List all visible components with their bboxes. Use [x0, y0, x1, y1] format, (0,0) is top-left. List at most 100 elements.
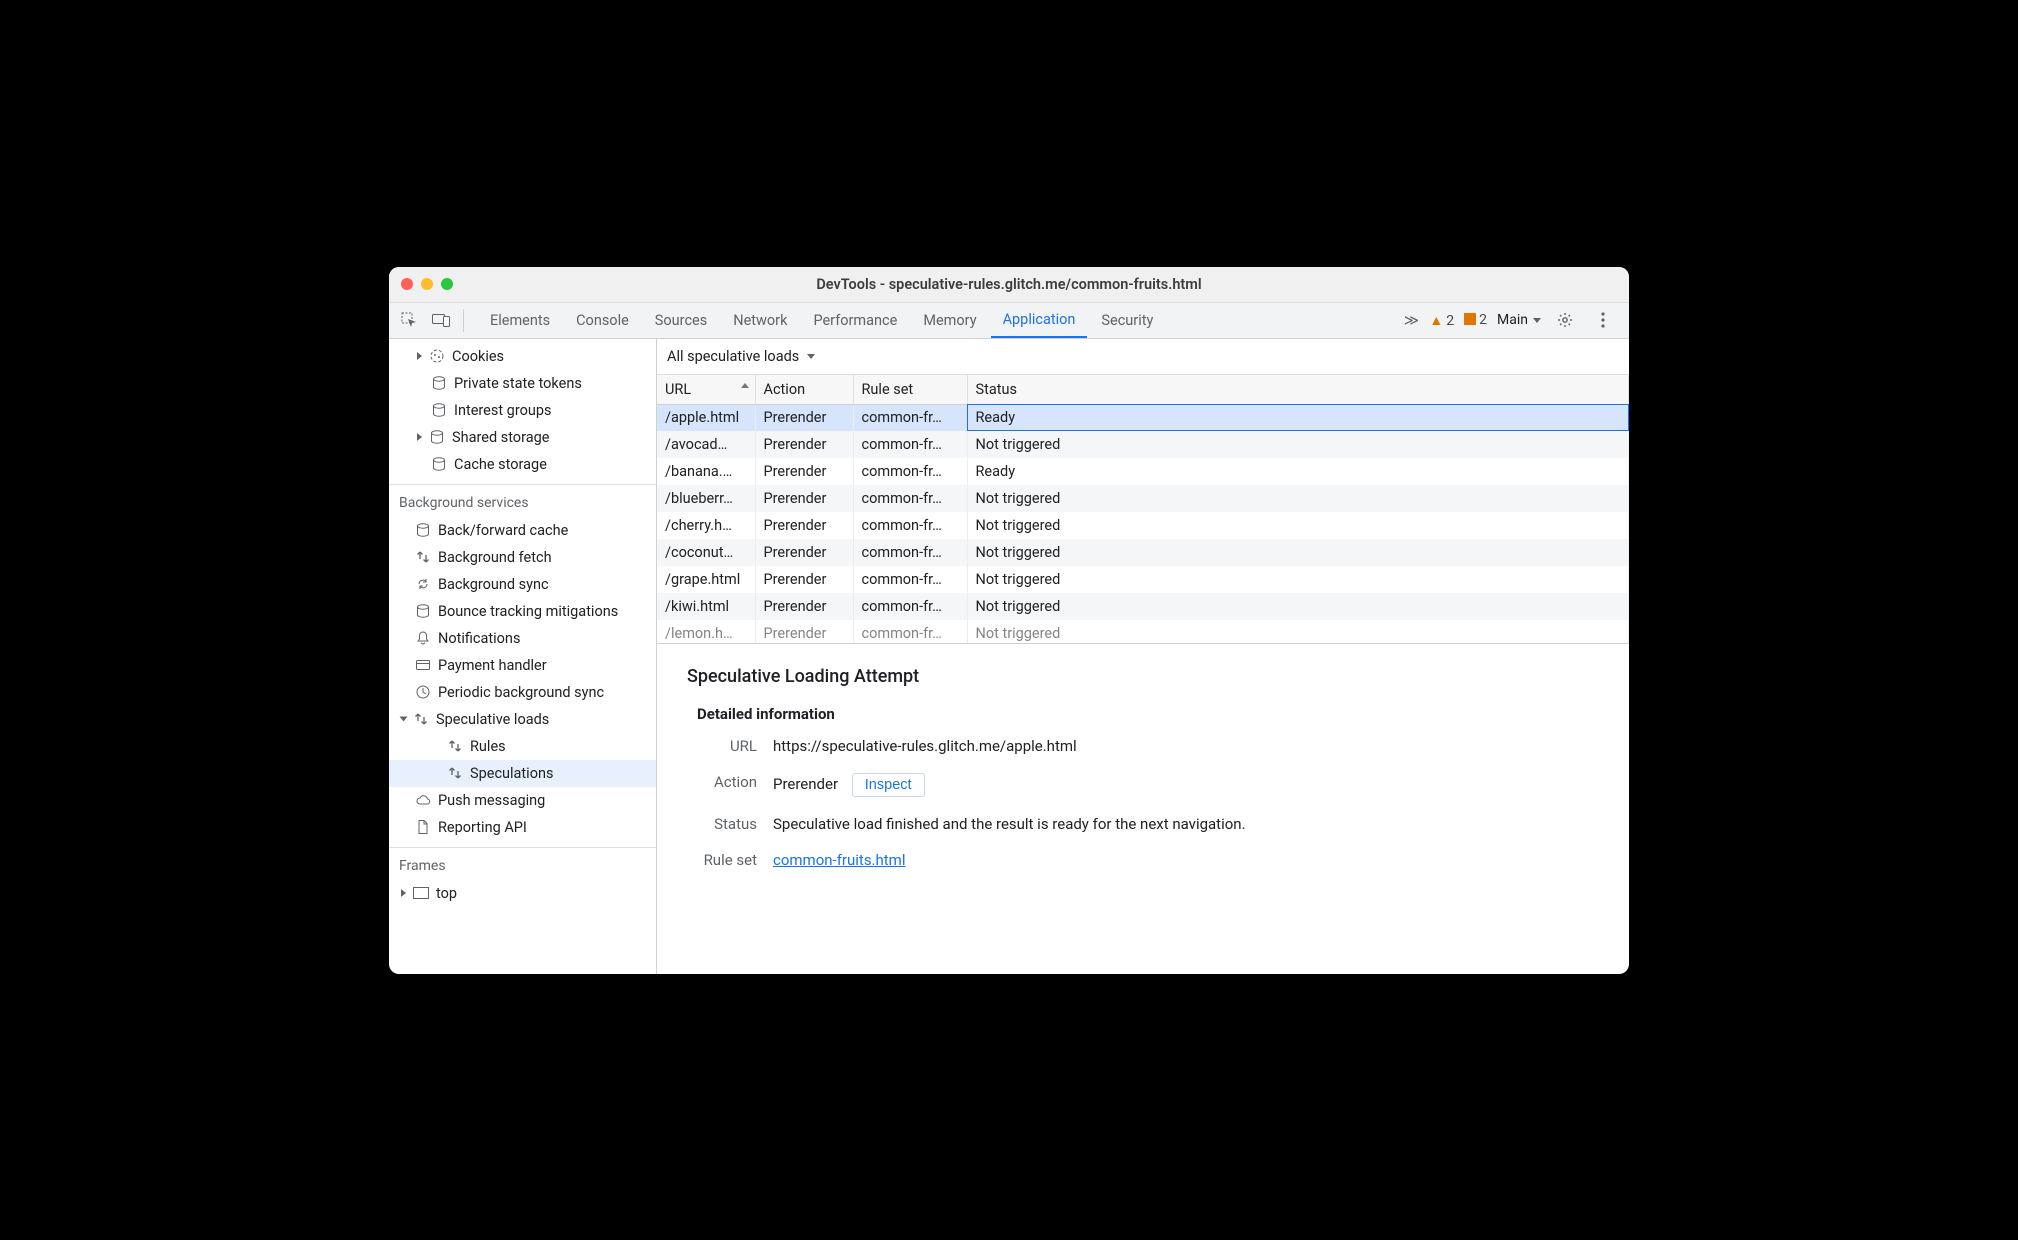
sidebar-item-private-state-tokens[interactable]: Private state tokens	[389, 370, 656, 397]
sidebar-item-speculative-loads[interactable]: Speculative loads	[389, 706, 656, 733]
detail-ruleset-link[interactable]: common-fruits.html	[773, 851, 906, 869]
tab-elements[interactable]: Elements	[478, 303, 562, 338]
sort-asc-icon	[741, 383, 749, 388]
sidebar-item-rules[interactable]: Rules	[389, 733, 656, 760]
cell-ruleset: common-fr…	[853, 404, 967, 431]
col-header-status[interactable]: Status	[967, 375, 1629, 405]
sidebar-item-label: Speculations	[470, 765, 553, 782]
detail-action-label: Action	[697, 773, 757, 797]
db-icon	[415, 522, 431, 538]
sidebar-item-label: top	[436, 885, 457, 902]
cell-action: Prerender	[755, 566, 853, 593]
device-mode-icon[interactable]	[427, 303, 455, 338]
updown-icon	[447, 765, 463, 781]
sidebar-item-background-fetch[interactable]: Background fetch	[389, 544, 656, 571]
tab-security[interactable]: Security	[1089, 303, 1165, 338]
divider	[463, 309, 464, 332]
detail-url-value: https://speculative-rules.glitch.me/appl…	[773, 737, 1077, 755]
target-selector[interactable]: Main	[1497, 312, 1541, 328]
minimize-icon[interactable]	[421, 278, 433, 290]
sidebar-item-notifications[interactable]: Notifications	[389, 625, 656, 652]
kebab-menu-icon[interactable]	[1589, 312, 1617, 328]
db-icon	[429, 429, 445, 445]
sidebar-item-label: Periodic background sync	[438, 684, 604, 701]
table-row[interactable]: /blueberr…Prerendercommon-fr…Not trigger…	[657, 485, 1629, 512]
sidebar-item-back-forward-cache[interactable]: Back/forward cache	[389, 517, 656, 544]
updown-icon	[415, 549, 431, 565]
cell-ruleset: common-fr…	[853, 620, 967, 643]
cell-url: /coconut…	[657, 539, 755, 566]
table-row[interactable]: /avocad…Prerendercommon-fr…Not triggered	[657, 431, 1629, 458]
speculations-table: URL Action Rule set Status /apple.htmlPr…	[657, 375, 1629, 643]
cell-status: Not triggered	[967, 539, 1629, 566]
table-row[interactable]: /grape.htmlPrerendercommon-fr…Not trigge…	[657, 566, 1629, 593]
sidebar-heading-frames: Frames	[389, 847, 656, 880]
cell-status: Not triggered	[967, 431, 1629, 458]
sidebar-item-bounce-tracking-mitigations[interactable]: Bounce tracking mitigations	[389, 598, 656, 625]
cell-ruleset: common-fr…	[853, 593, 967, 620]
cell-action: Prerender	[755, 458, 853, 485]
sidebar-item-interest-groups[interactable]: Interest groups	[389, 397, 656, 424]
sidebar-item-label: Private state tokens	[454, 375, 582, 392]
zoom-icon[interactable]	[441, 278, 453, 290]
sidebar-item-label: Back/forward cache	[438, 522, 568, 539]
updown-icon	[413, 711, 429, 727]
sidebar-item-cache-storage[interactable]: Cache storage	[389, 451, 656, 478]
detail-section-heading: Detailed information	[697, 705, 1607, 723]
close-icon[interactable]	[401, 278, 413, 290]
settings-gear-icon[interactable]	[1551, 312, 1579, 328]
cell-ruleset: common-fr…	[853, 566, 967, 593]
col-header-ruleset[interactable]: Rule set	[853, 375, 967, 405]
cell-action: Prerender	[755, 404, 853, 431]
inspect-element-icon[interactable]	[395, 303, 423, 338]
detail-title: Speculative Loading Attempt	[687, 666, 1607, 687]
db-icon	[431, 456, 447, 472]
detail-pane: Speculative Loading Attempt Detailed inf…	[657, 643, 1629, 899]
sidebar-item-push-messaging[interactable]: Push messaging	[389, 787, 656, 814]
table-row[interactable]: /coconut…Prerendercommon-fr…Not triggere…	[657, 539, 1629, 566]
cell-action: Prerender	[755, 593, 853, 620]
cell-url: /apple.html	[657, 404, 755, 431]
cell-status: Not triggered	[967, 593, 1629, 620]
cell-url: /kiwi.html	[657, 593, 755, 620]
sidebar-item-background-sync[interactable]: Background sync	[389, 571, 656, 598]
col-header-action[interactable]: Action	[755, 375, 853, 405]
tab-application[interactable]: Application	[991, 303, 1088, 338]
table-row[interactable]: /lemon.h…Prerendercommon-fr…Not triggere…	[657, 620, 1629, 643]
filter-select[interactable]: All speculative loads	[667, 348, 815, 365]
table-row[interactable]: /kiwi.htmlPrerendercommon-fr…Not trigger…	[657, 593, 1629, 620]
filter-bar: All speculative loads	[657, 339, 1629, 375]
tab-network[interactable]: Network	[721, 303, 799, 338]
table-row[interactable]: /apple.htmlPrerendercommon-fr…Ready	[657, 404, 1629, 431]
sidebar-item-label: Speculative loads	[436, 711, 549, 728]
sidebar-item-periodic-background-sync[interactable]: Periodic background sync	[389, 679, 656, 706]
sidebar-item-shared-storage[interactable]: Shared storage	[389, 424, 656, 451]
cell-url: /banana.…	[657, 458, 755, 485]
more-tabs-icon[interactable]: ≫	[1397, 303, 1425, 338]
sidebar-item-reporting-api[interactable]: Reporting API	[389, 814, 656, 841]
tabbar-right: ▲2 2 Main	[1429, 303, 1623, 338]
cell-status: Not triggered	[967, 512, 1629, 539]
table-row[interactable]: /banana.…Prerendercommon-fr…Ready	[657, 458, 1629, 485]
tab-memory[interactable]: Memory	[911, 303, 988, 338]
tab-console[interactable]: Console	[564, 303, 641, 338]
tab-performance[interactable]: Performance	[801, 303, 909, 338]
sidebar-item-speculations[interactable]: Speculations	[389, 760, 656, 787]
cell-status: Ready	[967, 458, 1629, 485]
table-row[interactable]: /cherry.h…Prerendercommon-fr…Not trigger…	[657, 512, 1629, 539]
sidebar-item-cookies[interactable]: Cookies	[389, 343, 656, 370]
devtools-window: DevTools - speculative-rules.glitch.me/c…	[389, 267, 1629, 974]
detail-url-label: URL	[697, 737, 757, 755]
inspect-button[interactable]: Inspect	[852, 773, 925, 797]
issues-badge[interactable]: 2	[1464, 312, 1487, 328]
col-header-url[interactable]: URL	[657, 375, 755, 405]
tab-sources[interactable]: Sources	[643, 303, 719, 338]
sidebar-item-label: Interest groups	[454, 402, 551, 419]
application-sidebar: Cookies Private state tokens Interest grou…	[389, 339, 657, 974]
sidebar-item-label: Reporting API	[438, 819, 527, 836]
disclosure-triangle-icon	[401, 889, 406, 897]
warnings-badge[interactable]: ▲2	[1429, 312, 1454, 329]
detail-status-label: Status	[697, 815, 757, 833]
sidebar-item-payment-handler[interactable]: Payment handler	[389, 652, 656, 679]
sidebar-item-frames-top[interactable]: top	[389, 880, 656, 907]
